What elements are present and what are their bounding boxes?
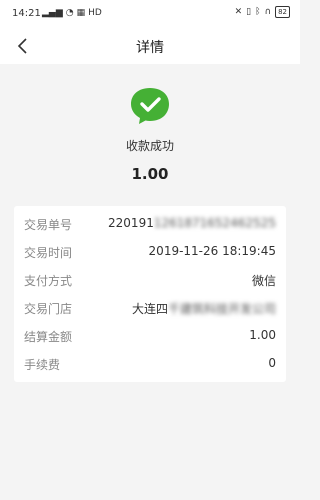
nav-bar: 详情 — [0, 28, 300, 64]
detail-label: 交易时间 — [24, 246, 73, 260]
headset-icon: ∩ — [264, 7, 272, 17]
signal-icon: ▂▄▆ — [42, 8, 63, 18]
detail-row-fee: 手续费 0 — [14, 350, 286, 376]
detail-value-store: 大连四千建筑科技开发公司 — [131, 302, 276, 316]
payment-result: 收款成功 1.00 — [0, 64, 300, 198]
payment-status-text: 收款成功 — [125, 139, 174, 153]
detail-value-fee: 0 — [268, 356, 276, 370]
detail-label: 结算金额 — [24, 330, 73, 344]
status-bar: 14:21 ▂▄▆ ◔ ▦ HD ✕ ▯ ᛒ ∩ 82 — [0, 0, 300, 28]
wechat-check-icon — [131, 88, 169, 124]
detail-label: 手续费 — [24, 358, 61, 372]
detail-value-settlement: 1.00 — [249, 328, 276, 342]
mute-icon: ✕ — [234, 7, 243, 17]
detail-value-payment-method: 微信 — [251, 274, 276, 288]
detail-label: 支付方式 — [24, 274, 73, 288]
detail-row-settlement: 结算金额 1.00 — [14, 322, 286, 348]
detail-row-payment-method: 支付方式 微信 — [14, 266, 286, 292]
battery-icon: 82 — [275, 6, 290, 18]
wifi-icon: ◔ — [65, 8, 74, 18]
detail-value-order-number: 2201911261871652462525 — [108, 216, 276, 230]
detail-row-order-number: 交易单号 2201911261871652462525 — [14, 210, 286, 236]
detail-label: 交易单号 — [24, 218, 73, 232]
vibrate-icon: ▯ — [246, 7, 252, 17]
page-title: 详情 — [136, 40, 164, 56]
bluetooth-icon: ᛒ — [255, 7, 261, 17]
notification-icon: ▦ — [76, 8, 86, 18]
detail-label: 交易门店 — [24, 302, 73, 316]
detail-row-store: 交易门店 大连四千建筑科技开发公司 — [14, 294, 286, 320]
status-right-icons: ✕ ▯ ᛒ ∩ 82 — [235, 6, 290, 18]
network-type-label: HD — [88, 8, 102, 18]
status-left-icons: ▂▄▆ ◔ ▦ HD — [42, 7, 102, 19]
transaction-details-card: 交易单号 2201911261871652462525 交易时间 2019-11… — [14, 206, 286, 382]
payment-amount: 1.00 — [131, 165, 169, 183]
status-time: 14:21 — [12, 8, 41, 19]
detail-row-time: 交易时间 2019-11-26 18:19:45 — [14, 238, 286, 264]
detail-value-time: 2019-11-26 18:19:45 — [148, 244, 276, 258]
